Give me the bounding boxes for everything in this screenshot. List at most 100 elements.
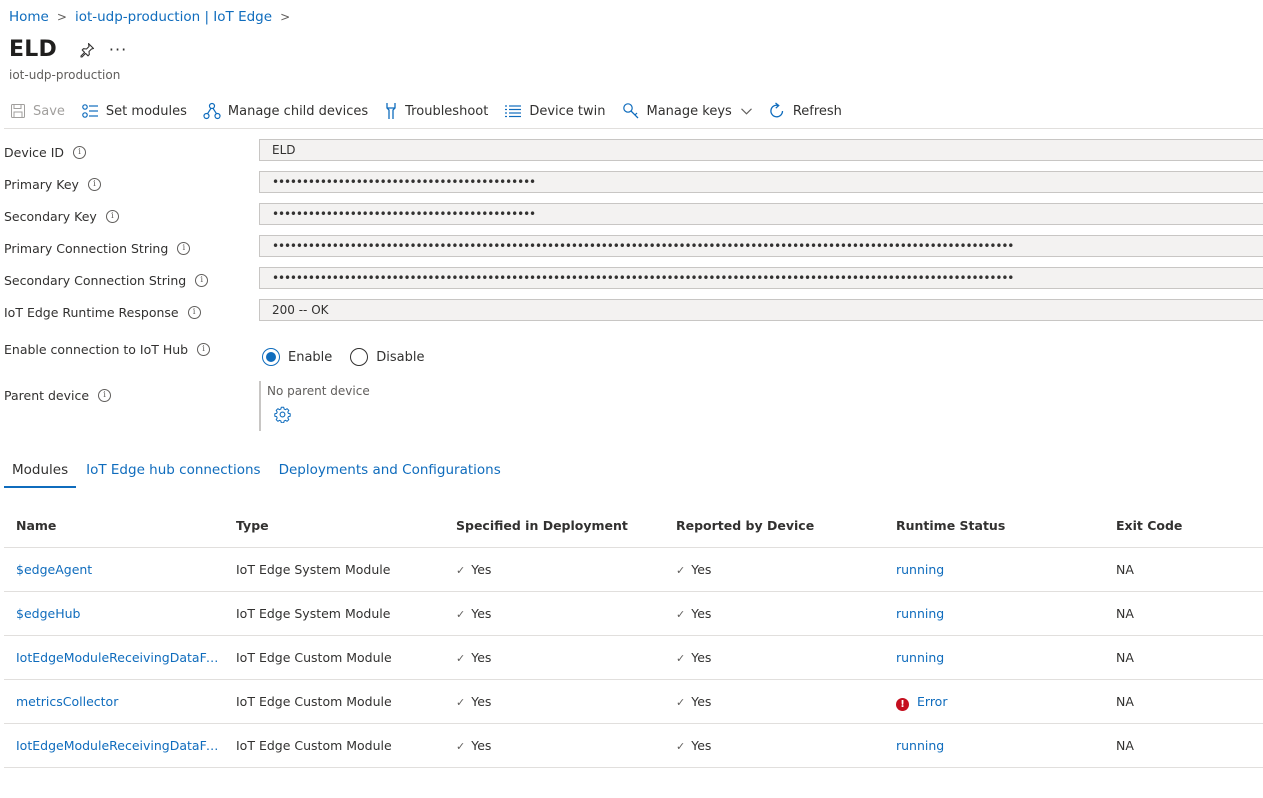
secondary-key-field[interactable]: ••••••••••••••••••••••••••••••••••••••••… xyxy=(259,203,1263,225)
disable-radio[interactable]: Disable xyxy=(350,348,425,366)
breadcrumb-iot-edge[interactable]: iot-udp-production | IoT Edge xyxy=(75,9,272,25)
enable-connection-radio-group: Enable Disable xyxy=(262,348,443,366)
refresh-icon xyxy=(770,102,783,118)
module-name-link[interactable]: $edgeHub xyxy=(16,592,221,635)
reported-cell: ✓ Yes xyxy=(676,636,886,679)
module-name-link[interactable]: IotEdgeModuleReceivingDataFro... xyxy=(16,636,221,679)
checkmark-icon: ✓ xyxy=(456,564,466,577)
column-header-specified[interactable]: Specified in Deployment xyxy=(456,504,666,547)
module-type: IoT Edge System Module xyxy=(236,606,391,621)
specified-cell: ✓ Yes xyxy=(456,724,666,767)
runtime-status-link[interactable]: running xyxy=(896,724,1106,767)
device-twin-button[interactable]: Device twin xyxy=(504,103,606,119)
chevron-right-icon: > xyxy=(280,10,291,24)
column-header-reported[interactable]: Reported by Device xyxy=(676,504,886,547)
refresh-button[interactable]: Refresh xyxy=(768,102,842,120)
enable-radio-label: Enable xyxy=(288,349,333,365)
runtime-status-link[interactable]: Error xyxy=(917,694,947,709)
manage-keys-label: Manage keys xyxy=(646,103,732,119)
troubleshoot-button[interactable]: Troubleshoot xyxy=(384,102,488,120)
parent-device-label: Parent device i xyxy=(4,388,112,403)
specified-cell: ✓ Yes xyxy=(456,680,666,723)
runtime-status-link[interactable]: running xyxy=(896,636,1106,679)
column-header-name[interactable]: Name xyxy=(16,504,221,547)
device-id-field[interactable]: ELD xyxy=(259,139,1263,161)
checkmark-icon: ✓ xyxy=(456,696,466,709)
tab-deployments-and-configurations[interactable]: Deployments and Configurations xyxy=(271,458,509,488)
specified-cell: ✓ Yes xyxy=(456,636,666,679)
secondary-connection-string-field[interactable]: ••••••••••••••••••••••••••••••••••••••••… xyxy=(259,267,1263,289)
info-icon[interactable]: i xyxy=(187,306,201,319)
hierarchy-icon xyxy=(203,102,221,120)
runtime-response-field: 200 -- OK xyxy=(259,299,1263,321)
primary-key-label-text: Primary Key xyxy=(4,177,79,192)
info-icon[interactable]: i xyxy=(73,146,87,159)
info-icon[interactable]: i xyxy=(195,274,209,287)
device-twin-label: Device twin xyxy=(529,103,606,119)
reported-cell: ✓ Yes xyxy=(676,592,886,635)
reported-cell: ✓ Yes xyxy=(676,680,886,723)
breadcrumb-home[interactable]: Home xyxy=(9,9,49,25)
module-type: IoT Edge Custom Module xyxy=(236,694,392,709)
exit-code: NA xyxy=(1116,606,1134,621)
command-bar: Save Set modules Manage child devices Tr… xyxy=(10,100,858,122)
pin-icon[interactable] xyxy=(79,42,95,58)
info-icon[interactable]: i xyxy=(105,210,119,223)
primary-connection-string-label: Primary Connection String i xyxy=(4,241,191,256)
exit-code: NA xyxy=(1116,738,1134,753)
tab-iot-edge-hub-connections[interactable]: IoT Edge hub connections xyxy=(78,458,268,488)
title-row: ELD ··· xyxy=(9,37,127,62)
reported-value: Yes xyxy=(691,738,712,753)
error-icon: ! xyxy=(896,698,909,711)
runtime-status-link[interactable]: running xyxy=(896,592,1106,635)
primary-connection-string-field[interactable]: ••••••••••••••••••••••••••••••••••••••••… xyxy=(259,235,1263,257)
primary-key-field[interactable]: ••••••••••••••••••••••••••••••••••••••••… xyxy=(259,171,1263,193)
reported-value: Yes xyxy=(691,694,712,709)
parent-device-label-text: Parent device xyxy=(4,388,90,403)
column-header-type[interactable]: Type xyxy=(236,504,446,547)
troubleshoot-icon xyxy=(386,103,396,119)
more-options-icon[interactable]: ··· xyxy=(109,40,127,59)
info-icon[interactable]: i xyxy=(197,343,211,356)
info-icon[interactable]: i xyxy=(87,178,101,191)
module-name-link[interactable]: IotEdgeModuleReceivingDataFro... xyxy=(16,724,221,767)
set-modules-button[interactable]: Set modules xyxy=(81,103,187,119)
manage-child-devices-label: Manage child devices xyxy=(227,103,369,119)
set-modules-icon xyxy=(82,104,98,118)
reported-cell: ✓ Yes xyxy=(676,548,886,591)
exit-code: NA xyxy=(1116,694,1134,709)
enable-connection-label: Enable connection to IoT Hub i xyxy=(4,342,211,357)
enable-connection-label-text: Enable connection to IoT Hub xyxy=(4,342,189,357)
manage-keys-button[interactable]: Manage keys xyxy=(622,102,752,120)
reported-value: Yes xyxy=(691,650,712,665)
module-name-link[interactable]: metricsCollector xyxy=(16,680,221,723)
info-icon[interactable]: i xyxy=(177,242,191,255)
column-header-exit-code[interactable]: Exit Code xyxy=(1116,504,1256,547)
specified-value: Yes xyxy=(471,606,492,621)
manage-child-devices-button[interactable]: Manage child devices xyxy=(203,102,368,120)
chevron-down-icon xyxy=(740,107,752,115)
runtime-status-link[interactable]: running xyxy=(896,548,1106,591)
chevron-right-icon: > xyxy=(56,10,67,24)
table-row: IotEdgeModuleReceivingDataFro... IoT Edg… xyxy=(4,724,1263,768)
disable-radio-label: Disable xyxy=(376,349,425,365)
enable-radio[interactable]: Enable xyxy=(262,348,332,366)
checkmark-icon: ✓ xyxy=(676,740,686,753)
table-header-row: Name Type Specified in Deployment Report… xyxy=(4,504,1263,548)
page-title: ELD xyxy=(9,37,57,62)
reported-cell: ✓ Yes xyxy=(676,724,886,767)
specified-value: Yes xyxy=(471,738,492,753)
module-type: IoT Edge Custom Module xyxy=(236,650,392,665)
save-label: Save xyxy=(33,103,65,119)
list-icon xyxy=(505,105,522,118)
module-name-link[interactable]: $edgeAgent xyxy=(16,548,221,591)
runtime-response-label: IoT Edge Runtime Response i xyxy=(4,305,201,320)
save-button[interactable]: Save xyxy=(10,103,65,119)
info-icon[interactable]: i xyxy=(98,389,112,402)
modules-table: Name Type Specified in Deployment Report… xyxy=(4,504,1263,768)
refresh-label: Refresh xyxy=(792,103,842,119)
gear-icon[interactable] xyxy=(274,406,291,427)
column-header-runtime-status[interactable]: Runtime Status xyxy=(896,504,1106,547)
tab-modules[interactable]: Modules xyxy=(4,458,77,488)
device-id-label: Device ID i xyxy=(4,145,87,160)
